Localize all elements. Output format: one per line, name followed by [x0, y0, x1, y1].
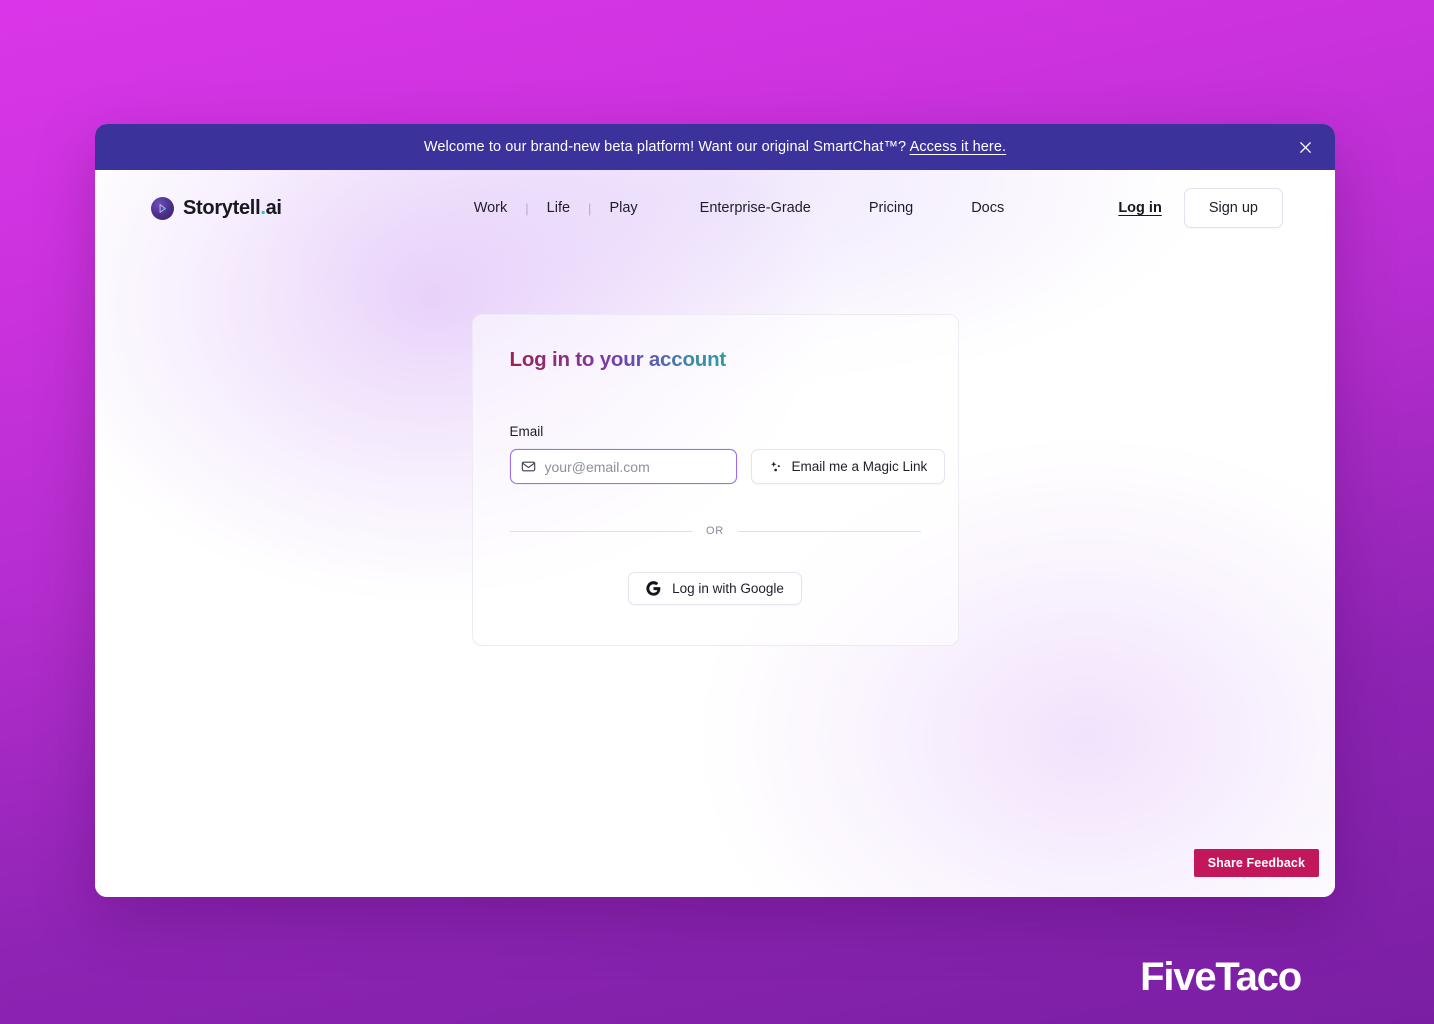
navbar-actions: Log in Sign up — [1118, 188, 1283, 228]
banner-close-button[interactable] — [1293, 135, 1317, 159]
google-g-icon — [646, 581, 661, 596]
google-login-label: Log in with Google — [672, 581, 784, 596]
share-feedback-button[interactable]: Share Feedback — [1193, 849, 1319, 877]
or-divider: OR — [509, 525, 921, 537]
close-icon — [1299, 141, 1311, 153]
browser-window: Welcome to our brand-new beta platform! … — [95, 124, 1335, 897]
nav-item-pricing[interactable]: Pricing — [869, 200, 913, 216]
divider-label: OR — [706, 525, 724, 537]
announcement-banner: Welcome to our brand-new beta platform! … — [95, 124, 1335, 170]
sparkles-icon — [769, 460, 783, 474]
login-link[interactable]: Log in — [1118, 200, 1162, 216]
google-login-row: Log in with Google — [510, 572, 921, 605]
banner-access-link[interactable]: Access it here. — [910, 139, 1007, 155]
email-input[interactable] — [544, 458, 726, 475]
divider-line-left — [509, 530, 693, 532]
google-login-button[interactable]: Log in with Google — [628, 572, 802, 605]
banner-message: Welcome to our brand-new beta platform! … — [424, 139, 1006, 155]
email-input-wrapper[interactable] — [509, 449, 737, 484]
envelope-icon — [521, 459, 536, 474]
email-magic-link-label: Email me a Magic Link — [791, 459, 928, 474]
storytell-play-logo-icon — [151, 196, 174, 220]
site-navbar: Storytell.ai Work | Life | Play Enterpri… — [95, 170, 1335, 246]
nav-item-work[interactable]: Work — [474, 200, 526, 216]
signup-button[interactable]: Sign up — [1183, 188, 1283, 228]
fivetaco-watermark: FiveTaco — [1140, 955, 1302, 999]
nav-item-docs[interactable]: Docs — [971, 200, 1004, 216]
nav-group-work-life-play: Work | Life | Play — [474, 200, 656, 216]
brand-tld: ai — [265, 196, 282, 219]
login-card: Log in to your account Email your@email.… — [471, 314, 959, 646]
divider-line-right — [737, 530, 921, 532]
email-magic-link-button[interactable]: Email me a Magic Link — [750, 449, 946, 484]
primary-nav: Work | Life | Play Enterprise-Grade Pric… — [474, 200, 1005, 216]
login-card-title: Log in to your account — [509, 348, 727, 371]
page-body: Storytell.ai Work | Life | Play Enterpri… — [95, 170, 1335, 897]
nav-item-enterprise-grade[interactable]: Enterprise-Grade — [700, 200, 811, 216]
email-field-label: Email — [509, 424, 544, 439]
brand-name-text: Storytell — [183, 196, 261, 219]
brand-name: Storytell.ai — [183, 197, 282, 220]
banner-message-text: Welcome to our brand-new beta platform! … — [423, 139, 910, 155]
login-card-wrapper: Log in to your account Email your@email.… — [95, 314, 1335, 646]
nav-item-play[interactable]: Play — [591, 200, 655, 216]
brand-logo[interactable]: Storytell.ai — [151, 196, 282, 220]
nav-item-life[interactable]: Life — [529, 200, 588, 216]
email-row: Email me a Magic Link — [509, 449, 946, 484]
